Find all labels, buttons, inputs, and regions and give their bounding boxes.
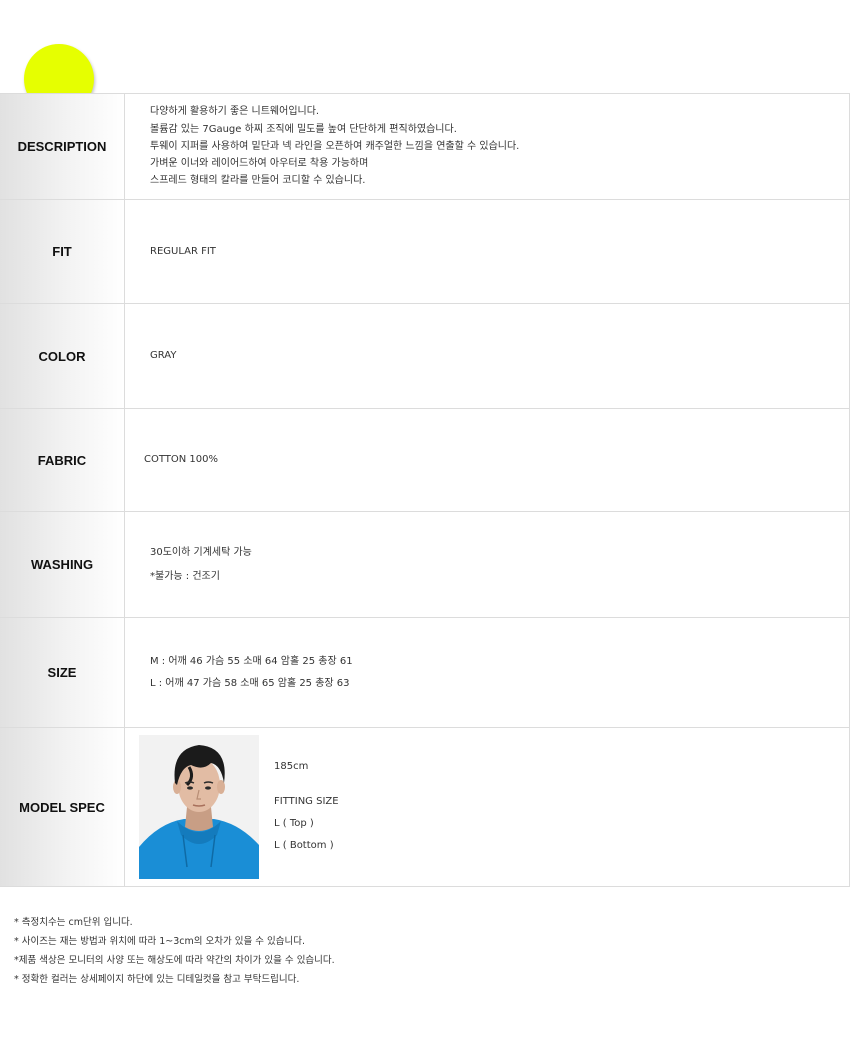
row-description: DESCRIPTION 다양하게 활용하기 좋은 니트웨어입니다. 볼륨감 있는… <box>0 94 850 200</box>
label-washing: WASHING <box>0 512 125 617</box>
label-fabric: FABRIC <box>0 409 125 511</box>
description-line: 가벼운 이너와 레이어드하여 아우터로 착용 가능하며 <box>150 158 369 170</box>
model-info: 185cm FITTING SIZE L ( Top ) L ( Bottom … <box>274 758 339 857</box>
note-line: * 정확한 컬러는 상세페이지 하단에 있는 디테일컷을 참고 부탁드립니다. <box>14 974 300 985</box>
model-height: 185cm <box>274 760 309 772</box>
color-content: GRAY <box>125 304 849 408</box>
row-fabric: FABRIC COTTON 100% <box>0 409 850 512</box>
note-line: * 측정치수는 cm단위 입니다. <box>14 917 133 928</box>
description-line: 볼륨감 있는 7Gauge 하찌 조직에 밀도를 높여 단단하게 편직하였습니다… <box>150 123 457 135</box>
row-washing: WASHING 30도이하 기계세탁 가능 *불가능 : 건조기 <box>0 512 850 618</box>
washing-line: 30도이하 기계세탁 가능 <box>150 546 252 558</box>
row-fit: FIT REGULAR FIT <box>0 200 850 304</box>
label-fit: FIT <box>0 200 125 303</box>
washing-line: *불가능 : 건조기 <box>150 570 220 582</box>
label-description: DESCRIPTION <box>0 94 125 199</box>
product-spec-table: DESCRIPTION 다양하게 활용하기 좋은 니트웨어입니다. 볼륨감 있는… <box>0 93 850 887</box>
label-model-spec: MODEL SPEC <box>0 728 125 886</box>
note-line: * 사이즈는 재는 방법과 위치에 따라 1~3cm의 오차가 있을 수 있습니… <box>14 936 305 947</box>
fit-value: REGULAR FIT <box>150 245 216 257</box>
washing-content: 30도이하 기계세탁 가능 *불가능 : 건조기 <box>125 512 849 617</box>
label-size: SIZE <box>0 618 125 727</box>
description-line: 다양하게 활용하기 좋은 니트웨어입니다. <box>150 106 320 118</box>
color-value: GRAY <box>150 350 177 362</box>
description-line: 스프레드 형태의 칼라를 만들어 코디할 수 있습니다. <box>150 175 366 187</box>
row-color: COLOR GRAY <box>0 304 850 409</box>
model-photo <box>139 735 259 879</box>
fabric-value: COTTON 100% <box>144 454 219 466</box>
fabric-content: COTTON 100% <box>125 409 849 511</box>
size-notes: * 측정치수는 cm단위 입니다. * 사이즈는 재는 방법과 위치에 따라 1… <box>14 913 335 989</box>
row-model-spec: MODEL SPEC 185cm FITTING SIZE L (Top) … <box>0 728 850 887</box>
fit-content: REGULAR FIT <box>125 200 849 303</box>
description-content: 다양하게 활용하기 좋은 니트웨어입니다. 볼륨감 있는 7Gauge 하찌 조… <box>125 94 849 199</box>
size-line-m: M : 어깨 46 가슴 55 소매 64 암홀 25 총장 61 <box>150 655 353 667</box>
fitting-size-bottom: L ( Bottom ) <box>274 839 334 851</box>
description-line: 투웨이 지퍼를 사용하여 밑단과 넥 라인을 오픈하여 캐주얼한 느낌을 연출할… <box>150 140 520 152</box>
size-line-l: L : 어깨 47 가슴 58 소매 65 암홀 25 총장 63 <box>150 677 350 689</box>
model-portrait-icon <box>139 735 259 879</box>
size-content: M : 어깨 46 가슴 55 소매 64 암홀 25 총장 61 L : 어깨… <box>125 618 849 727</box>
fitting-size-title: FITTING SIZE <box>274 795 339 807</box>
label-color: COLOR <box>0 304 125 408</box>
note-line: *제품 색상은 모니터의 사양 또는 해상도에 따라 약간의 차이가 있을 수 … <box>14 955 335 966</box>
fitting-size-top: L ( Top ) <box>274 817 314 829</box>
row-size: SIZE M : 어깨 46 가슴 55 소매 64 암홀 25 총장 61 L… <box>0 618 850 728</box>
model-spec-content: 185cm FITTING SIZE L ( Top ) L ( Bottom … <box>125 728 849 886</box>
